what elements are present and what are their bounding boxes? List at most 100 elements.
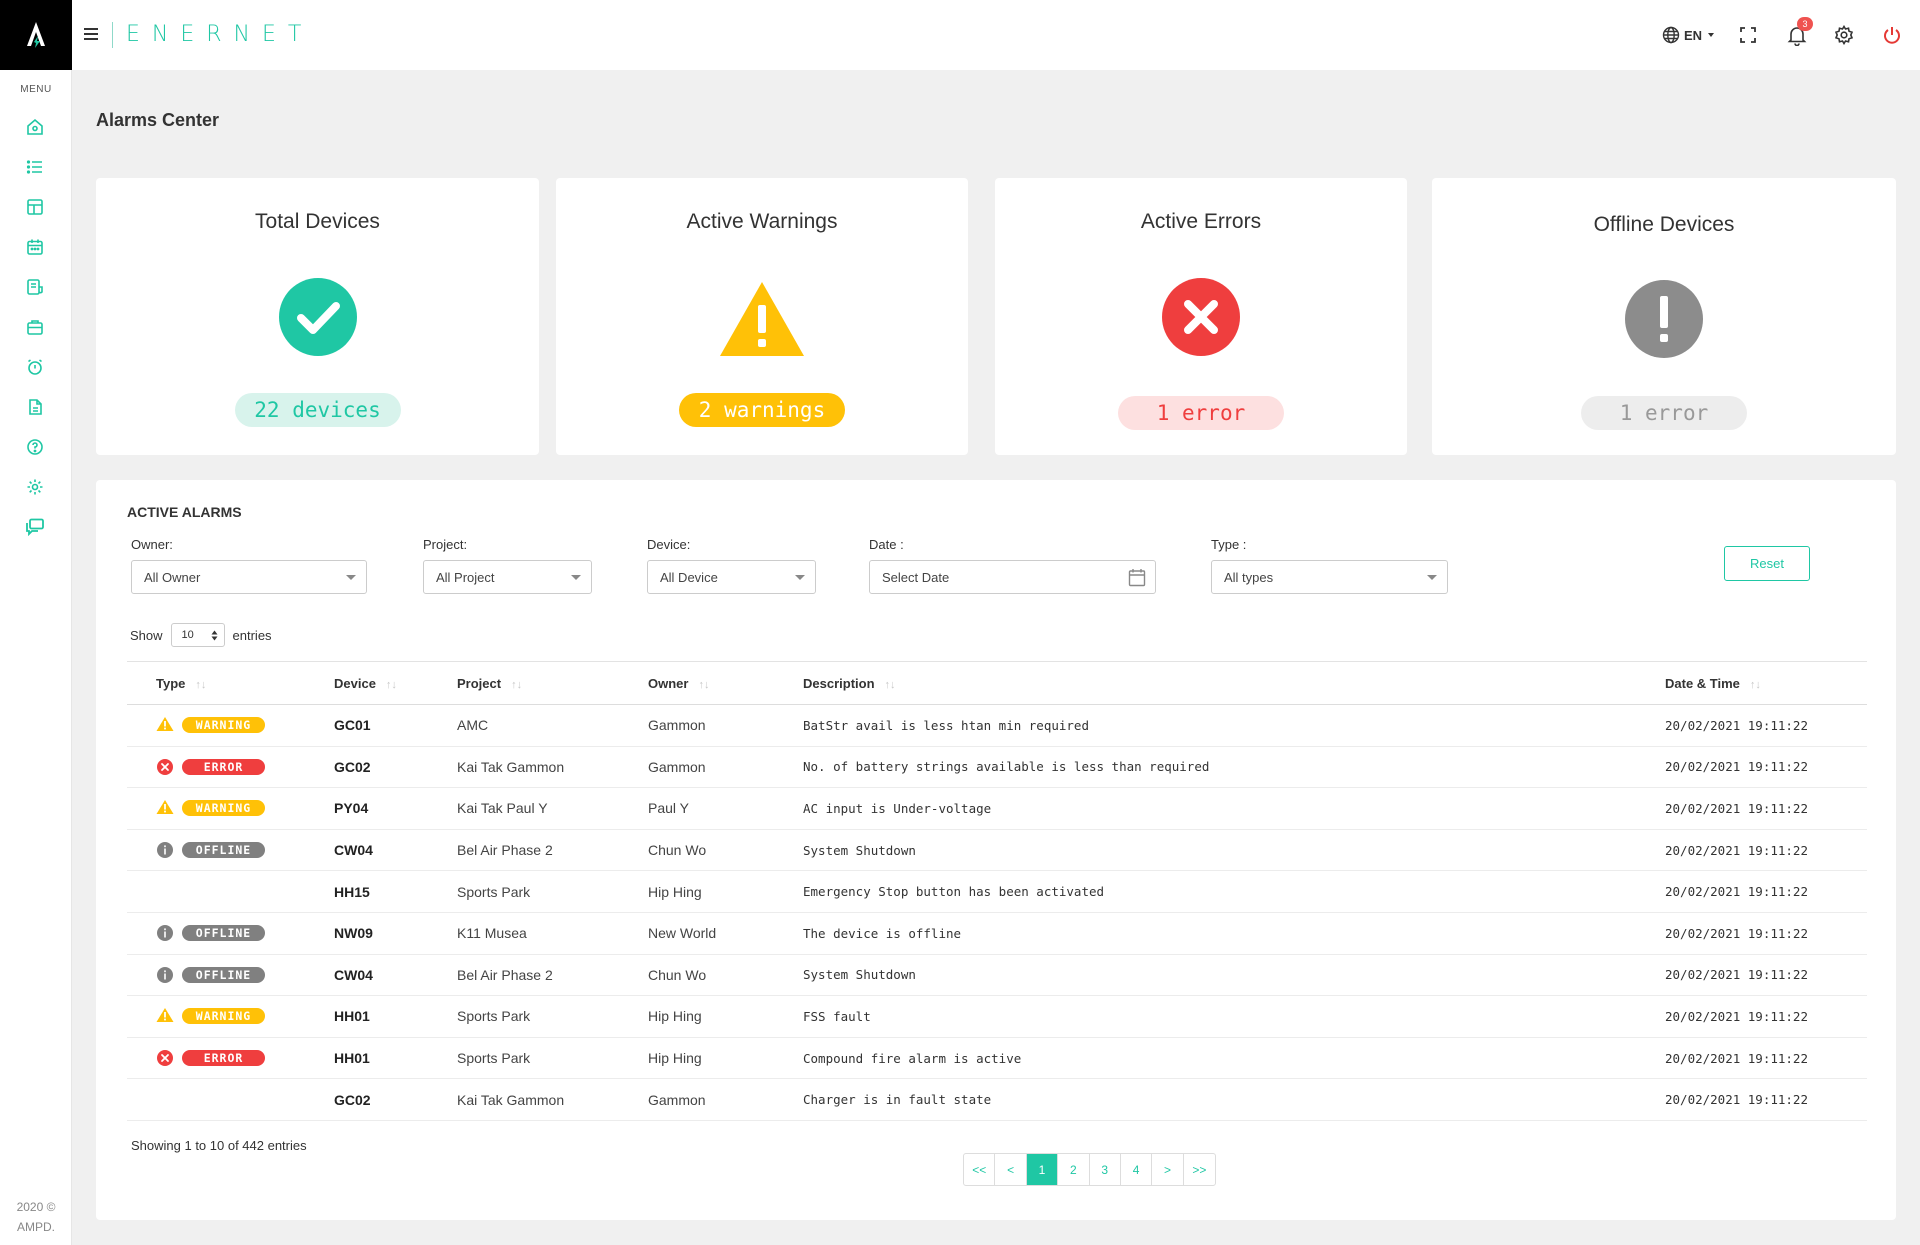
cell-device: GC01 bbox=[334, 704, 457, 747]
stat-card-total-devices: Total Devices 22 devices bbox=[96, 178, 539, 455]
device-select[interactable]: All Device bbox=[647, 560, 816, 594]
stat-title: Total Devices bbox=[255, 210, 380, 233]
pagination-item[interactable]: 2 bbox=[1058, 1154, 1090, 1185]
cell-description: System Shutdown bbox=[803, 829, 1665, 872]
cell-owner: Gammon bbox=[648, 746, 803, 789]
pagination-item[interactable]: > bbox=[1152, 1154, 1184, 1185]
caret-down-icon bbox=[346, 575, 356, 580]
cell-type: ERROR bbox=[127, 1037, 334, 1080]
pagination-item[interactable]: < bbox=[995, 1154, 1027, 1185]
cell-device: HH15 bbox=[334, 870, 457, 913]
calendar-picker-icon[interactable] bbox=[1128, 568, 1146, 587]
pagination: << <1 2 3 4 > >> bbox=[963, 1153, 1217, 1186]
alarm-clock-icon[interactable] bbox=[24, 356, 46, 378]
table-row[interactable]: OFFLINE CW04 Bel Air Phase 2 Chun Wo System … bbox=[127, 829, 1867, 872]
home-icon[interactable] bbox=[24, 116, 46, 138]
table-row[interactable]: WARNING PY04 Kai Tak Paul Y Paul Y AC input … bbox=[127, 787, 1867, 830]
cell-type: OFFLINE bbox=[127, 954, 334, 997]
date-picker-value: Select Date bbox=[882, 569, 950, 585]
power-icon[interactable] bbox=[1882, 20, 1902, 50]
owner-select[interactable]: All Owner bbox=[131, 560, 367, 594]
alarm-type-cell: WARNING bbox=[127, 799, 334, 817]
alarm-type-cell: OFFLINE bbox=[127, 841, 334, 859]
table-row[interactable]: GC02 Kai Tak Gammon Gammon Charger is in fa… bbox=[127, 1078, 1867, 1121]
table-row[interactable]: HH15 Sports Park Hip Hing Emergency Stop bu… bbox=[127, 870, 1867, 913]
copyright-year: 2020 © bbox=[16, 1200, 56, 1214]
column-header-owner[interactable]: Owner ↑↓ bbox=[648, 661, 803, 705]
cell-project: Kai Tak Paul Y bbox=[457, 787, 648, 830]
cell-owner: Gammon bbox=[648, 1078, 803, 1121]
cell-description: Emergency Stop button has been activated bbox=[803, 870, 1665, 913]
alarm-type-badge: OFFLINE bbox=[182, 966, 265, 983]
column-header-project[interactable]: Project ↑↓ bbox=[457, 661, 648, 705]
type-select[interactable]: All types bbox=[1211, 560, 1448, 594]
pagination-item[interactable]: 3 bbox=[1090, 1154, 1121, 1185]
pagination-item[interactable]: 1 bbox=[1026, 1154, 1059, 1185]
table-row[interactable]: ERROR GC02 Kai Tak Gammon Gammon No. of batt… bbox=[127, 746, 1867, 789]
language-selector[interactable]: EN bbox=[1662, 20, 1715, 50]
list-icon[interactable] bbox=[24, 156, 46, 178]
cell-datetime: 20/02/2021 19:11:22 bbox=[1665, 954, 1867, 997]
cell-description: BatStr avail is less htan min required bbox=[803, 704, 1665, 747]
cell-datetime: 20/02/2021 19:11:22 bbox=[1665, 1037, 1867, 1080]
cell-description: FSS fault bbox=[803, 995, 1665, 1038]
app-logo[interactable] bbox=[0, 0, 72, 70]
table-row[interactable]: WARNING GC01 AMC Gammon BatStr avail is less… bbox=[127, 704, 1867, 747]
column-header-datetime[interactable]: Date & Time ↑↓ bbox=[1665, 661, 1867, 705]
stat-title: Active Warnings bbox=[686, 210, 838, 233]
column-header-device[interactable]: Device ↑↓ bbox=[334, 661, 457, 705]
pagination-item[interactable]: << bbox=[964, 1154, 996, 1185]
column-header-type[interactable]: Type ↑↓ bbox=[127, 661, 334, 705]
warning-triangle-icon bbox=[720, 282, 804, 356]
cell-datetime: 20/02/2021 19:11:22 bbox=[1665, 746, 1867, 789]
project-select-value: All Project bbox=[436, 569, 495, 585]
cell-type bbox=[127, 870, 334, 913]
alarm-type-cell: WARNING bbox=[127, 1007, 334, 1025]
cell-device: HH01 bbox=[334, 1037, 457, 1080]
calendar-icon[interactable] bbox=[24, 236, 46, 258]
notifications-button[interactable]: 3 bbox=[1786, 17, 1813, 50]
fullscreen-icon[interactable] bbox=[1738, 20, 1758, 50]
settings-gear-icon[interactable] bbox=[1834, 20, 1854, 50]
report-icon[interactable] bbox=[24, 276, 46, 298]
sort-icon: ↑↓ bbox=[884, 678, 896, 691]
layout-icon[interactable] bbox=[24, 196, 46, 218]
logo-icon bbox=[27, 22, 45, 48]
document-icon[interactable] bbox=[24, 396, 46, 418]
entries-per-page-select[interactable]: 10 bbox=[170, 623, 225, 647]
settings-icon[interactable] bbox=[24, 476, 46, 498]
column-header-label: Date & Time bbox=[1665, 675, 1740, 691]
brand-name[interactable]: ENERNET bbox=[126, 22, 313, 47]
sort-icon: ↑↓ bbox=[698, 678, 710, 691]
pagination-item[interactable]: >> bbox=[1184, 1154, 1215, 1185]
pagination-item[interactable]: 4 bbox=[1121, 1154, 1153, 1185]
alarm-type-cell: ERROR bbox=[127, 758, 334, 776]
chat-icon[interactable] bbox=[24, 516, 46, 538]
table-row[interactable]: OFFLINE NW09 K11 Musea New World The device … bbox=[127, 912, 1867, 955]
table-row[interactable]: WARNING HH01 Sports Park Hip Hing FSS fault 2… bbox=[127, 995, 1867, 1038]
cell-project: Bel Air Phase 2 bbox=[457, 954, 648, 997]
alarms-table: Type ↑↓ Device ↑↓ Project ↑↓ Owner ↑↓ Descri… bbox=[127, 661, 1867, 1121]
cell-device: NW09 bbox=[334, 912, 457, 955]
hamburger-menu-icon[interactable] bbox=[80, 22, 104, 46]
date-picker[interactable]: Select Date bbox=[869, 560, 1156, 594]
cell-owner: Hip Hing bbox=[648, 870, 803, 913]
table-row[interactable]: ERROR HH01 Sports Park Hip Hing Compound fir… bbox=[127, 1037, 1867, 1080]
alarm-type-cell: OFFLINE bbox=[127, 966, 334, 984]
cell-device: CW04 bbox=[334, 829, 457, 872]
caret-down-icon bbox=[571, 575, 581, 580]
help-icon[interactable] bbox=[24, 436, 46, 458]
stat-card-active-errors: Active Errors 1 error bbox=[995, 178, 1407, 455]
info-icon bbox=[156, 841, 174, 859]
briefcase-icon[interactable] bbox=[24, 316, 46, 338]
table-row[interactable]: OFFLINE CW04 Bel Air Phase 2 Chun Wo System … bbox=[127, 954, 1867, 997]
column-header-description[interactable]: Description ↑↓ bbox=[803, 661, 1665, 705]
column-header-label: Device bbox=[334, 675, 376, 691]
project-select[interactable]: All Project bbox=[423, 560, 592, 594]
reset-button[interactable]: Reset bbox=[1724, 546, 1810, 581]
project-filter-label: Project: bbox=[423, 537, 468, 552]
column-header-label: Project bbox=[457, 675, 502, 691]
stat-card-active-warnings: Active Warnings 2 warnings bbox=[556, 178, 968, 455]
sort-icon: ↑↓ bbox=[511, 678, 523, 691]
column-header-label: Description bbox=[803, 675, 875, 691]
